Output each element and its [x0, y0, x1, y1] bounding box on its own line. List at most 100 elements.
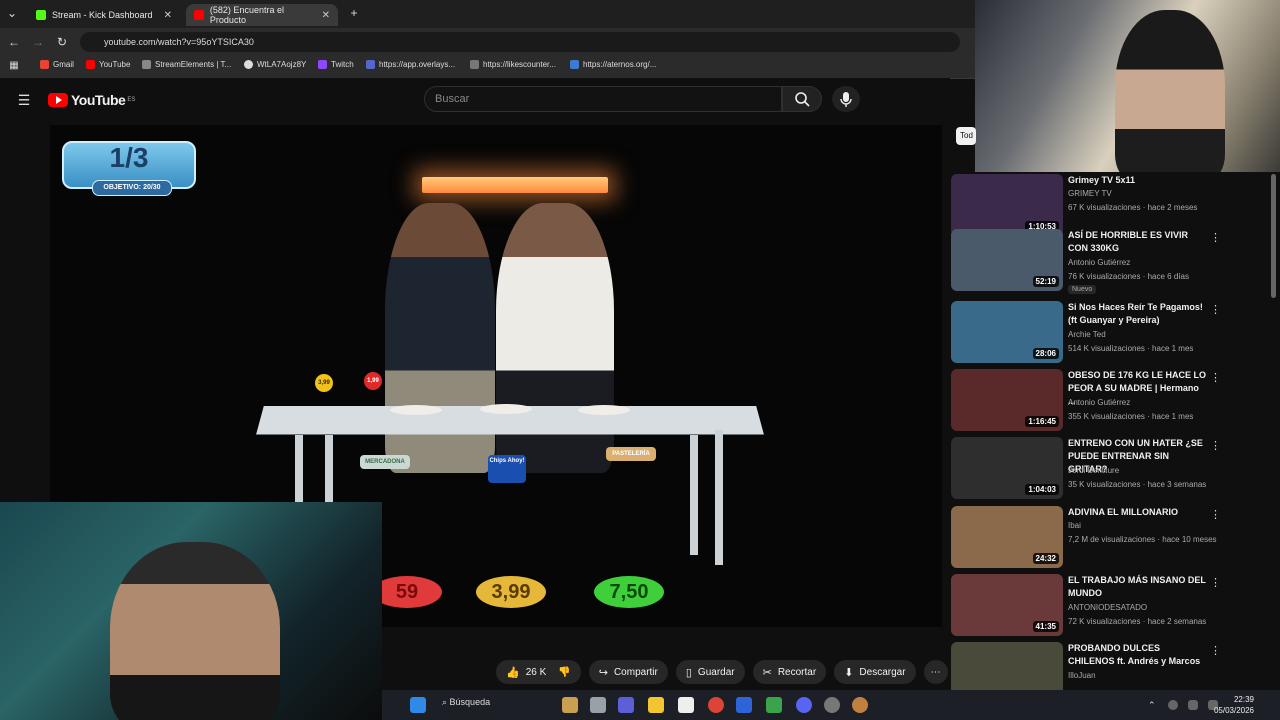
recommendation-item[interactable]: 28:06 Si Nos Haces Reír Te Pagamos! (ft …: [950, 301, 1270, 365]
tab-label: Stream - Kick Dashboard: [52, 10, 153, 20]
apps-grid-icon[interactable]: ▦: [6, 58, 22, 74]
app-icon[interactable]: [736, 697, 752, 713]
app-icon[interactable]: [852, 697, 868, 713]
reload-icon[interactable]: ↻: [54, 34, 70, 50]
bookmark-aternos[interactable]: https://aternos.org/...: [570, 60, 656, 69]
tray-chevron-icon[interactable]: ⌃: [1148, 700, 1158, 710]
bookmark-streamelements[interactable]: StreamElements | T...: [142, 60, 231, 69]
search-icon: ⌕: [442, 697, 450, 707]
video-thumbnail[interactable]: 52:19: [951, 229, 1063, 291]
search-button[interactable]: [782, 86, 822, 112]
like-button[interactable]: 👍 26 K 👎: [496, 660, 581, 684]
address-bar-row: ← → ↻ youtube.com/watch?v=95oYTSICA30: [0, 28, 975, 56]
recommendation-item[interactable]: PROBANDO DULCES CHILENOS ft. Andrés y Ma…: [950, 642, 1270, 692]
share-button[interactable]: ↪ Compartir: [588, 660, 668, 684]
download-icon: ⬇: [844, 666, 854, 679]
browser-tab-bar: ⌄ Stream - Kick Dashboard ✕ (582) Encuen…: [0, 0, 975, 28]
more-options-icon[interactable]: ⋮: [1210, 644, 1221, 657]
tab-kick-dashboard[interactable]: Stream - Kick Dashboard ✕: [28, 4, 180, 26]
youtube-play-icon: [48, 93, 68, 107]
bookmark-youtube[interactable]: YouTube: [86, 60, 130, 69]
discord-icon[interactable]: [796, 697, 812, 713]
clip-button[interactable]: ✂ Recortar: [752, 660, 827, 684]
more-options-icon[interactable]: ⋮: [1210, 371, 1221, 384]
recommendation-item[interactable]: 52:19 ASÍ DE HORRIBLE ES VIVIR CON 330KG…: [950, 229, 1270, 294]
recommendation-item[interactable]: 41:35 EL TRABAJO MÁS INSANO DEL MUNDO AN…: [950, 574, 1270, 638]
microphone-icon[interactable]: [1168, 700, 1178, 710]
video-thumbnail[interactable]: 28:06: [951, 301, 1063, 363]
scissors-icon: ✂: [762, 666, 772, 679]
app-icon[interactable]: [824, 697, 840, 713]
widgets-icon[interactable]: [562, 697, 578, 713]
price-label-yellow: 3,99: [476, 576, 546, 608]
store-icon[interactable]: [678, 697, 694, 713]
thumbs-down-icon[interactable]: 👎: [558, 667, 570, 678]
filter-chip-all[interactable]: Tod: [956, 127, 976, 145]
video-thumbnail[interactable]: [951, 642, 1063, 692]
tab-youtube-video[interactable]: (582) Encuentra el Producto ✕: [186, 4, 338, 26]
more-options-icon[interactable]: ⋮: [1210, 231, 1221, 244]
price-label-red: 59: [372, 576, 442, 608]
recommendation-item[interactable]: 24:32 ADIVINA EL MILLONARIO Ibai 7,2 M d…: [950, 506, 1270, 570]
url-field[interactable]: youtube.com/watch?v=95oYTSICA30: [80, 32, 960, 52]
search-input[interactable]: Buscar: [424, 86, 782, 112]
more-options-icon[interactable]: ⋮: [1210, 576, 1221, 589]
windows-start-icon[interactable]: [410, 697, 426, 713]
download-button[interactable]: ⬇ Descargar: [834, 660, 916, 684]
video-thumbnail[interactable]: 1:04:03: [951, 437, 1063, 499]
taskbar-search[interactable]: ⌕ Búsqueda: [442, 697, 490, 708]
close-icon[interactable]: ✕: [322, 10, 330, 21]
more-actions-button[interactable]: ⋯: [923, 660, 948, 684]
bookmark-icon: ▯: [685, 666, 692, 679]
system-clock[interactable]: 22:39 05/03/2026: [1214, 694, 1254, 716]
bookmark-overlays[interactable]: https://app.overlays...: [366, 60, 455, 69]
store-tag-mercadona: MERCADONA: [360, 455, 410, 469]
taskbar: ⌕ Búsqueda ⌃ 22:39 05/03/2026: [382, 690, 1280, 720]
streamer-right: [1115, 10, 1225, 172]
plate: [578, 405, 630, 415]
price-ball-red: 1,99: [364, 372, 382, 390]
chrome-icon[interactable]: [708, 697, 724, 713]
more-options-icon[interactable]: ⋮: [1210, 508, 1221, 521]
more-options-icon[interactable]: ⋮: [1210, 439, 1221, 452]
neon-lamp: [422, 177, 608, 193]
app-icon[interactable]: [618, 697, 634, 713]
youtube-logo[interactable]: YouTube ES: [48, 92, 135, 108]
video-thumbnail[interactable]: 1:10:53: [951, 174, 1063, 236]
bookmark-gmail[interactable]: Gmail: [40, 60, 74, 69]
recommendation-item[interactable]: 1:16:45 OBESO DE 176 KG LE HACE LO PEOR …: [950, 369, 1270, 433]
recommendation-item[interactable]: 1:04:03 ENTRENO CON UN HATER ¿SE PUEDE E…: [950, 437, 1270, 501]
minecraft-icon[interactable]: [766, 697, 782, 713]
voice-search-button[interactable]: [832, 86, 860, 112]
streamer-left: [110, 542, 280, 720]
bookmarks-bar: ▦ Gmail YouTube StreamElements | T... Wt…: [0, 56, 975, 79]
bookmark-wtla[interactable]: WtLA7Aojz8Y: [244, 60, 306, 69]
table-leg: [325, 435, 333, 510]
save-button[interactable]: ▯ Guardar: [675, 660, 745, 684]
video-thumbnail[interactable]: 41:35: [951, 574, 1063, 636]
menu-icon[interactable]: ☰: [16, 92, 32, 108]
tab-search-icon[interactable]: ⌄: [4, 5, 20, 21]
video-thumbnail[interactable]: 24:32: [951, 506, 1063, 568]
close-icon[interactable]: ✕: [164, 10, 172, 21]
progress-counter: 1/3 OBJETIVO: 20/30: [62, 141, 196, 196]
file-explorer-icon[interactable]: [648, 697, 664, 713]
tab-label: (582) Encuentra el Producto: [209, 5, 284, 25]
recommendations-list: 1:10:53 Grimey TV 5x11 GRIMEY TV 67 K vi…: [950, 174, 1280, 692]
network-icon[interactable]: [1188, 700, 1198, 710]
table-leg: [690, 435, 698, 555]
more-options-icon[interactable]: ⋮: [1210, 303, 1221, 316]
kick-icon: [36, 10, 46, 20]
task-view-icon[interactable]: [590, 697, 606, 713]
video-thumbnail[interactable]: 1:16:45: [951, 369, 1063, 431]
price-ball-yellow: 3,99: [315, 374, 333, 392]
new-tab-icon[interactable]: +: [346, 5, 362, 21]
back-icon[interactable]: ←: [6, 34, 22, 50]
youtube-header: ☰ YouTube ES Buscar: [0, 78, 950, 122]
search-icon: [795, 92, 810, 107]
table-leg: [295, 435, 303, 505]
forward-icon[interactable]: →: [30, 34, 46, 50]
bookmark-likescounter[interactable]: https://likescounter...: [470, 60, 556, 69]
scrollbar[interactable]: [1271, 174, 1276, 298]
bookmark-twitch[interactable]: Twitch: [318, 60, 354, 69]
